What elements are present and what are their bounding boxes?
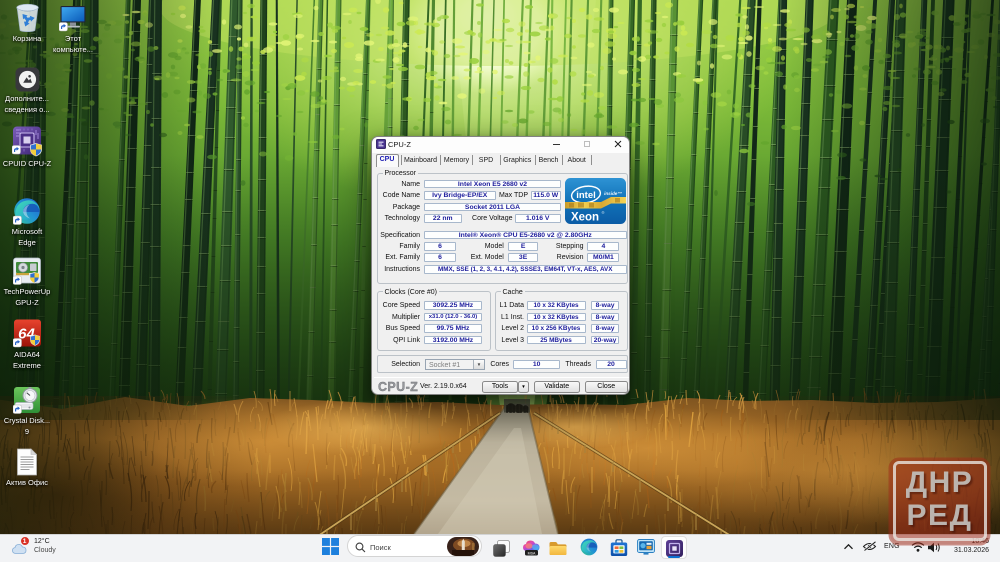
svg-text:intel: intel: [576, 190, 596, 201]
svg-text:inside™: inside™: [604, 191, 622, 196]
svg-text:®: ®: [601, 211, 604, 215]
svg-text:Xeon: Xeon: [570, 211, 598, 223]
